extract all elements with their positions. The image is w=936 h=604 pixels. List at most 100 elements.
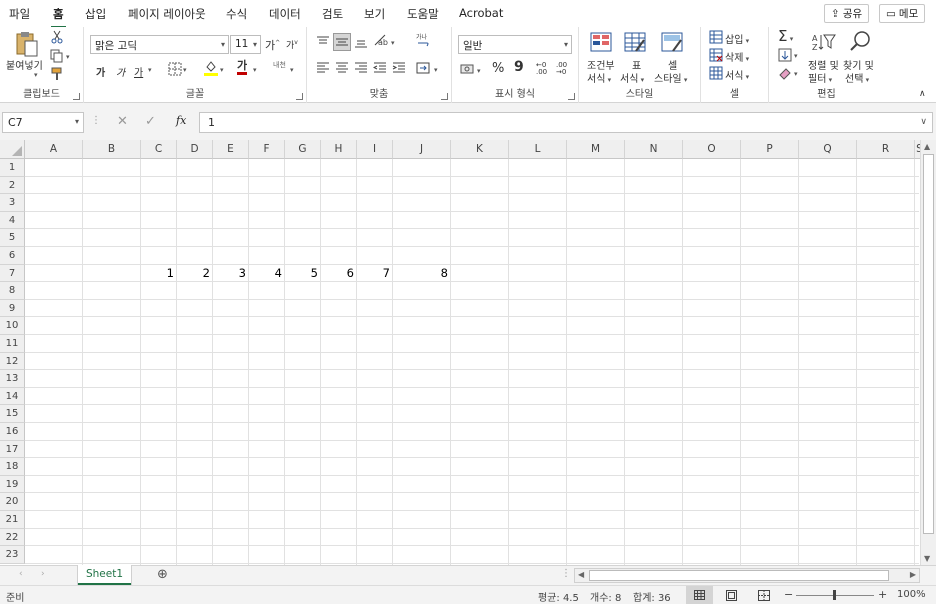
merge-center-icon[interactable] bbox=[416, 61, 430, 75]
font-name-select[interactable]: 맑은 고딕 ▾ bbox=[90, 35, 229, 54]
tab-split-grip-icon[interactable]: ⋮ bbox=[561, 568, 571, 579]
delete-cells-button[interactable]: 삭제 ▾ bbox=[709, 48, 765, 64]
scroll-left-icon[interactable]: ◀ bbox=[578, 570, 584, 579]
prev-sheet-icon[interactable]: ‹ bbox=[19, 569, 23, 579]
fill-color-icon[interactable] bbox=[204, 60, 218, 76]
cell-H7[interactable]: 6 bbox=[321, 265, 357, 283]
row-header[interactable]: 16 bbox=[0, 423, 25, 441]
tab-page-layout[interactable]: 페이지 레이아웃 bbox=[128, 6, 206, 22]
worksheet-grid[interactable]: ABCDEFGHIJKLMNOPQRS 12345678910111213141… bbox=[0, 140, 936, 565]
increase-font-button[interactable]: 가^ bbox=[265, 37, 280, 53]
number-launcher-icon[interactable] bbox=[568, 93, 575, 100]
tab-acrobat[interactable]: Acrobat bbox=[459, 6, 503, 20]
tab-help[interactable]: 도움말 bbox=[407, 6, 439, 22]
autosum-icon[interactable]: Σ ▾ bbox=[778, 27, 793, 45]
row-header[interactable]: 13 bbox=[0, 370, 25, 388]
row-header[interactable]: 14 bbox=[0, 387, 25, 406]
column-header[interactable]: P bbox=[741, 140, 799, 159]
align-top-icon[interactable] bbox=[316, 35, 330, 49]
cell-E7[interactable]: 3 bbox=[213, 265, 249, 283]
column-header[interactable]: A bbox=[25, 140, 83, 159]
enter-formula-icon[interactable]: ✓ bbox=[145, 114, 156, 129]
border-icon[interactable] bbox=[168, 62, 182, 76]
memo-button[interactable]: ▭ 메모 bbox=[879, 4, 926, 23]
page-break-view-icon[interactable] bbox=[758, 590, 770, 601]
tab-view[interactable]: 보기 bbox=[364, 6, 385, 22]
cell-I7[interactable]: 7 bbox=[357, 265, 393, 283]
formula-input[interactable]: 1 ∨ bbox=[199, 112, 933, 133]
column-header[interactable]: N bbox=[625, 140, 683, 159]
align-bottom-icon[interactable] bbox=[354, 35, 368, 49]
column-header[interactable]: B bbox=[83, 140, 141, 159]
next-sheet-icon[interactable]: › bbox=[41, 569, 45, 579]
row-header[interactable]: 5 bbox=[0, 229, 25, 247]
clear-icon[interactable] bbox=[778, 66, 792, 80]
zoom-slider-thumb[interactable] bbox=[833, 590, 836, 600]
wrap-text-icon[interactable]: 가나 bbox=[416, 33, 430, 47]
column-header[interactable]: H bbox=[321, 140, 357, 159]
paste-dropdown-icon[interactable]: ▾ bbox=[34, 69, 38, 80]
accounting-format-icon[interactable] bbox=[460, 62, 474, 76]
orientation-icon[interactable]: ab bbox=[373, 33, 391, 47]
decrease-decimal-button[interactable]: .00 →0 bbox=[556, 62, 567, 76]
scroll-right-icon[interactable]: ▶ bbox=[910, 570, 916, 579]
italic-button[interactable]: 가 bbox=[116, 64, 125, 79]
row-header[interactable]: 20 bbox=[0, 493, 25, 511]
column-header[interactable]: I bbox=[357, 140, 393, 159]
clipboard-launcher-icon[interactable] bbox=[73, 93, 80, 100]
row-header[interactable]: 3 bbox=[0, 194, 25, 212]
row-header[interactable]: 17 bbox=[0, 440, 25, 459]
column-header[interactable]: J bbox=[393, 140, 451, 159]
cell-D7[interactable]: 2 bbox=[177, 265, 213, 283]
percent-button[interactable]: % bbox=[492, 61, 504, 76]
column-header[interactable]: L bbox=[509, 140, 567, 159]
page-layout-view-icon[interactable] bbox=[726, 590, 737, 601]
tab-review[interactable]: 검토 bbox=[322, 6, 343, 22]
vertical-scroll-thumb[interactable] bbox=[923, 154, 934, 534]
collapse-ribbon-icon[interactable]: ∧ bbox=[919, 89, 926, 99]
cell-G7[interactable]: 5 bbox=[285, 265, 321, 283]
tab-data[interactable]: 데이터 bbox=[269, 6, 301, 22]
font-size-select[interactable]: 11 ▾ bbox=[230, 35, 261, 54]
column-header[interactable]: C bbox=[141, 140, 177, 159]
add-sheet-button[interactable]: ⊕ bbox=[157, 567, 168, 582]
row-header[interactable]: 19 bbox=[0, 475, 25, 494]
insert-function-button[interactable]: fx bbox=[176, 114, 186, 127]
copy-icon[interactable] bbox=[50, 49, 64, 63]
zoom-in-button[interactable]: + bbox=[878, 588, 887, 601]
row-header[interactable]: 8 bbox=[0, 282, 25, 300]
row-header[interactable]: 7 bbox=[0, 264, 25, 283]
increase-decimal-button[interactable]: ←0.00 bbox=[536, 62, 547, 76]
column-header[interactable]: F bbox=[249, 140, 285, 159]
increase-indent-icon[interactable] bbox=[392, 61, 406, 75]
tab-formulas[interactable]: 수식 bbox=[226, 6, 247, 22]
column-header[interactable]: O bbox=[683, 140, 741, 159]
row-header[interactable]: 4 bbox=[0, 211, 25, 230]
cut-icon[interactable] bbox=[50, 30, 64, 44]
row-header[interactable]: 22 bbox=[0, 528, 25, 547]
cell-F7[interactable]: 4 bbox=[249, 265, 285, 283]
name-box-dropdown-icon[interactable]: ▾ bbox=[75, 117, 79, 126]
row-header[interactable]: 10 bbox=[0, 317, 25, 335]
zoom-level[interactable]: 100% bbox=[897, 589, 926, 600]
format-cells-button[interactable]: 서식 ▾ bbox=[709, 66, 765, 82]
horizontal-scrollbar[interactable]: ◀ ▶ bbox=[574, 568, 920, 583]
scroll-up-icon[interactable]: ▲ bbox=[924, 142, 930, 151]
paste-icon[interactable] bbox=[14, 30, 40, 58]
cell-J7[interactable]: 8 bbox=[393, 265, 451, 283]
cancel-formula-icon[interactable]: ✕ bbox=[117, 114, 128, 129]
format-painter-icon[interactable] bbox=[50, 67, 64, 81]
row-header[interactable]: 2 bbox=[0, 176, 25, 195]
vertical-scrollbar[interactable]: ▲ ▼ bbox=[920, 140, 936, 565]
tab-insert[interactable]: 삽입 bbox=[85, 6, 106, 22]
row-header[interactable]: 12 bbox=[0, 352, 25, 371]
align-right-icon[interactable] bbox=[354, 61, 368, 75]
row-header[interactable]: 18 bbox=[0, 458, 25, 476]
column-header[interactable]: K bbox=[451, 140, 509, 159]
row-header[interactable]: 9 bbox=[0, 299, 25, 318]
row-header[interactable]: 15 bbox=[0, 405, 25, 423]
font-launcher-icon[interactable] bbox=[296, 93, 303, 100]
horizontal-scroll-thumb[interactable] bbox=[589, 570, 889, 581]
tab-home[interactable]: 홈 bbox=[51, 6, 66, 28]
align-center-icon[interactable] bbox=[335, 61, 349, 75]
